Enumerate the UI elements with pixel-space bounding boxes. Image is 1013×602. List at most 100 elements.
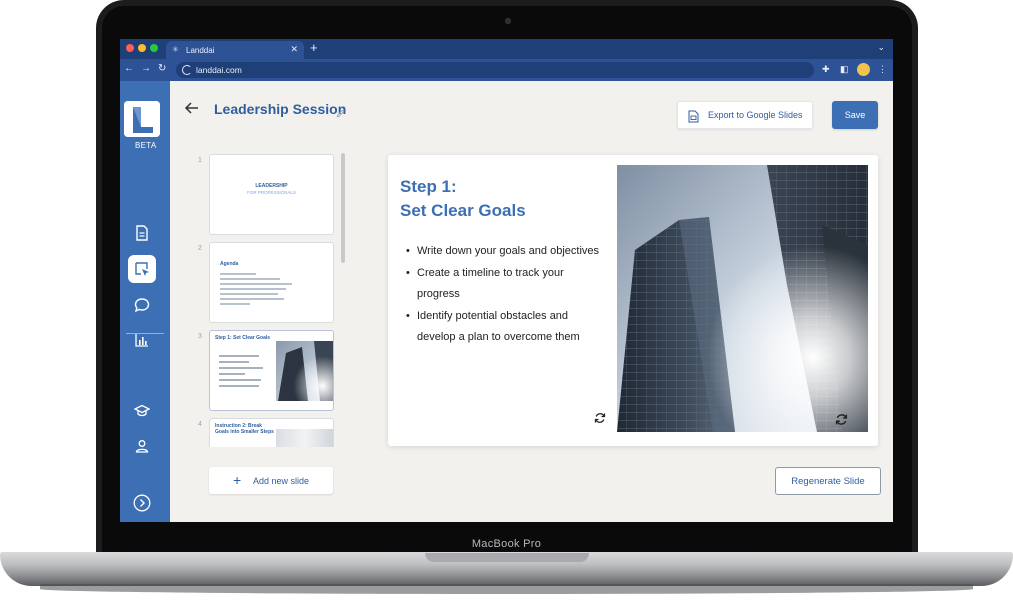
thumbnail-text-line	[220, 273, 256, 275]
thumbnail-skyscraper-image	[276, 341, 333, 401]
thumbnail-image	[276, 429, 333, 447]
back-nav-icon[interactable]: ←	[124, 63, 134, 74]
logo-mark-icon	[124, 101, 160, 137]
slides-file-icon	[688, 110, 699, 123]
plus-icon: +	[233, 472, 242, 488]
app-sidebar: BETA	[120, 81, 170, 522]
thumbnail-text-line	[219, 385, 259, 387]
sidebar-item-slides[interactable]	[128, 255, 156, 283]
slide-editor-canvas[interactable]: Step 1: Set Clear Goals Write down your …	[388, 155, 878, 446]
browser-address-bar: ← → ↻ landdai.com ✚ ◧ ⋮	[120, 59, 893, 81]
webcam	[505, 18, 511, 24]
slide-title-line-1: Step 1:	[400, 177, 457, 196]
thumbnail-text-line	[220, 283, 292, 285]
thumbnail-text-line	[219, 373, 245, 375]
thumbnail-text-line	[220, 288, 286, 290]
reload-icon[interactable]: ↻	[158, 63, 166, 74]
extensions-puzzle-icon[interactable]: ✚	[822, 64, 830, 75]
slide-thumbnail-3[interactable]: Step 1: Set Clear Goals	[209, 330, 334, 411]
new-tab-button[interactable]: +	[310, 40, 318, 55]
chevron-right-circle-icon	[133, 494, 151, 512]
url-text: landdai.com	[196, 65, 242, 75]
maximize-window-button[interactable]	[150, 44, 158, 52]
loading-spinner-icon	[182, 65, 192, 75]
chat-icon	[134, 298, 150, 313]
sidebar-item-analytics[interactable]	[128, 326, 156, 354]
laptop-base-edge	[40, 584, 973, 594]
device-brand-label: MacBook Pro	[471, 538, 542, 550]
add-new-slide-button[interactable]: + Add new slide	[209, 467, 333, 494]
user-icon	[135, 440, 149, 453]
thumbnail-title: Step 1: Set Clear Goals	[215, 335, 271, 341]
thumbnail-text-line	[220, 293, 278, 295]
slide-bullet-list[interactable]: Write down your goals and objectives Cre…	[406, 241, 606, 349]
thumbnail-text-line	[220, 298, 284, 300]
thumbnail-title: Instruction 2: Break Goals into Smaller …	[215, 423, 274, 435]
beta-badge: BETA	[135, 141, 157, 150]
edit-title-button[interactable]	[336, 105, 345, 123]
back-arrow-icon	[184, 102, 198, 114]
sidebar-item-documents[interactable]	[128, 219, 156, 247]
slide-title[interactable]: Step 1: Set Clear Goals	[400, 175, 526, 223]
thumbnail-number: 3	[198, 333, 202, 340]
regenerate-text-button[interactable]	[594, 411, 606, 429]
save-button[interactable]: Save	[832, 101, 878, 129]
thumbnail-text-line	[219, 367, 263, 369]
slide-thumbnail-4[interactable]: Instruction 2: Break Goals into Smaller …	[209, 418, 334, 447]
thumbnail-number: 1	[198, 157, 202, 164]
tab-search-chevron-icon[interactable]: ⌄	[877, 42, 885, 53]
slide-skyscraper-image[interactable]	[617, 165, 868, 432]
forward-nav-icon[interactable]: →	[141, 63, 151, 74]
slide-title-line-2: Set Clear Goals	[400, 201, 526, 220]
sidebar-divider	[126, 333, 164, 334]
favicon-icon: ✳	[172, 45, 179, 54]
refresh-icon	[594, 413, 606, 423]
pencil-icon	[336, 109, 345, 118]
window-controls	[126, 44, 158, 52]
thumbnail-text-line	[219, 355, 259, 357]
slide-thumbnail-1[interactable]: LEADERSHIP FOR PROFESSIONALS	[209, 154, 334, 235]
sidebar-item-learning[interactable]	[128, 397, 156, 425]
browser-tab[interactable]: ✳ Landdai ✕	[166, 41, 304, 59]
thumbnail-title: Agenda	[220, 261, 239, 267]
thumbnail-title: LEADERSHIP	[255, 183, 288, 189]
profile-avatar[interactable]	[857, 63, 870, 76]
thumbnail-text-line	[219, 379, 261, 381]
url-field[interactable]: landdai.com	[176, 62, 814, 78]
slide-thumbnail-list: 1 LEADERSHIP FOR PROFESSIONALS 2 Agenda …	[198, 151, 338, 447]
regenerate-slide-button[interactable]: Regenerate Slide	[775, 467, 881, 495]
tab-title: Landdai	[186, 45, 215, 55]
back-button[interactable]	[184, 101, 200, 120]
thumbnail-text-line	[220, 278, 280, 280]
thumbnail-text-line	[219, 361, 249, 363]
bar-chart-icon	[135, 334, 148, 347]
document-icon	[136, 225, 148, 241]
export-google-slides-button[interactable]: Export to Google Slides	[677, 101, 813, 129]
laptop-hinge-notch	[425, 553, 589, 562]
app-logo[interactable]	[124, 101, 160, 137]
page-title: Leadership Session	[214, 101, 347, 117]
slide-bullet: Write down your goals and objectives	[406, 241, 606, 263]
minimize-window-button[interactable]	[138, 44, 146, 52]
thumbnail-text-line	[220, 303, 250, 305]
export-label: Export to Google Slides	[708, 110, 803, 120]
thumbnail-number: 2	[198, 245, 202, 252]
browser-menu-icon[interactable]: ⋮	[878, 64, 887, 75]
refresh-icon	[835, 414, 848, 425]
graduation-cap-icon	[134, 404, 150, 417]
regenerate-image-button[interactable]	[835, 413, 848, 431]
sidebar-item-profile[interactable]	[128, 432, 156, 460]
thumbnail-number: 4	[198, 421, 202, 428]
thumbnail-subtitle: FOR PROFESSIONALS	[247, 190, 296, 195]
close-window-button[interactable]	[126, 44, 134, 52]
sidebar-expand-button[interactable]	[128, 489, 156, 517]
close-tab-icon[interactable]: ✕	[290, 44, 298, 55]
thumbnail-scrollbar[interactable]	[341, 153, 345, 263]
screen: ✳ Landdai ✕ + ⌄ ← → ↻ landdai.com ✚ ◧ ⋮ …	[120, 39, 893, 522]
slide-thumbnail-2[interactable]: Agenda	[209, 242, 334, 323]
slide-bullet: Create a timeline to track your progress	[406, 263, 606, 306]
sidebar-item-chat[interactable]	[128, 291, 156, 319]
side-panel-icon[interactable]: ◧	[840, 64, 849, 75]
slide-bullet: Identify potential obstacles and develop…	[406, 306, 606, 349]
add-slide-label: Add new slide	[253, 475, 310, 486]
